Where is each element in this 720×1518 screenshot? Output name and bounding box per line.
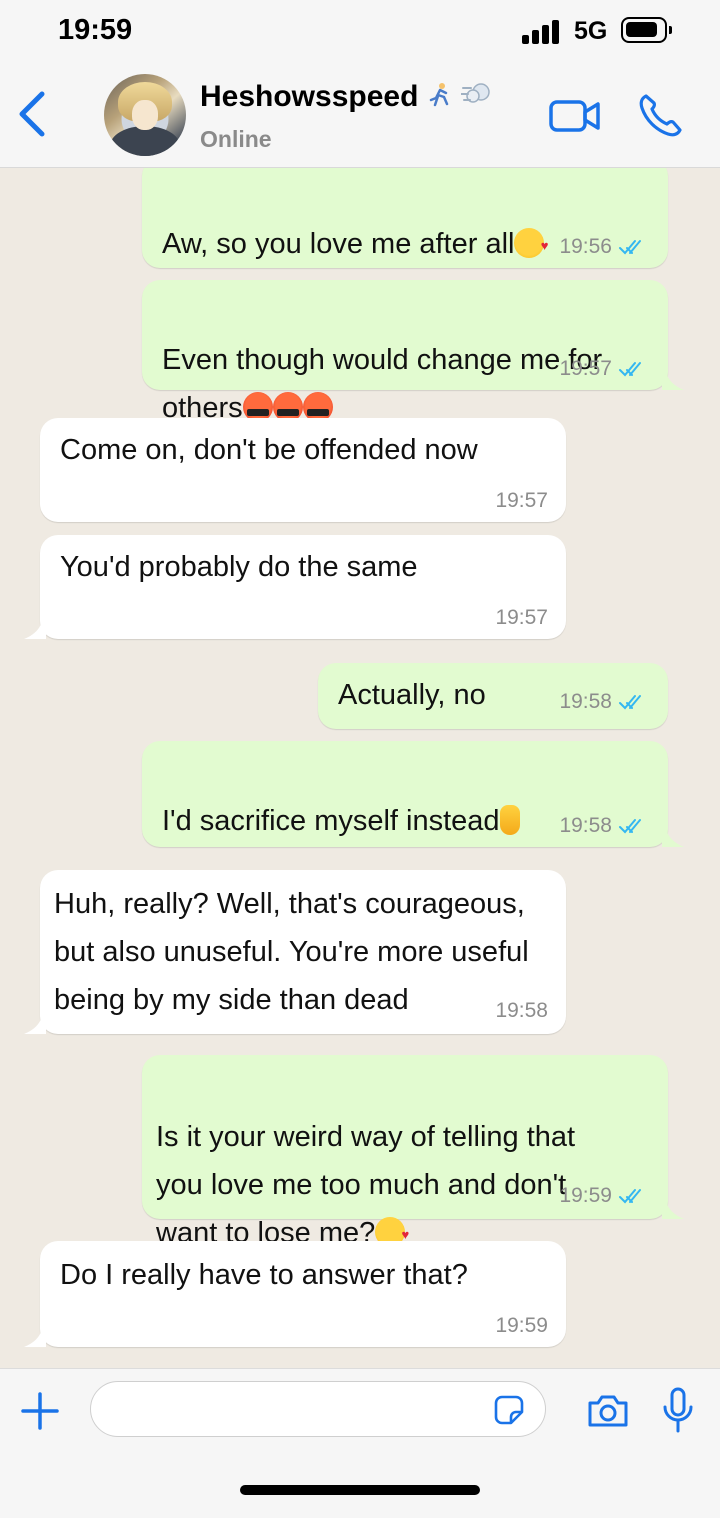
phone-icon [639, 94, 682, 137]
message-text: Aw, so you love me after all [162, 172, 548, 270]
smiling-face-with-hearts-emoji [514, 222, 548, 270]
double-check-icon [619, 362, 641, 377]
message-bubble-outgoing[interactable]: I'd sacrifice myself instead 19:58 [142, 741, 684, 847]
index-pointing-up-emoji [499, 805, 520, 835]
avatar[interactable] [104, 74, 186, 156]
bubble-tail [662, 372, 684, 390]
message-meta: 19:57 [495, 488, 548, 514]
back-button[interactable] [14, 88, 50, 140]
voice-call-button[interactable] [636, 92, 684, 140]
message-bubble-outgoing[interactable]: Actually, no 19:58 [318, 663, 668, 729]
double-check-icon [619, 240, 641, 255]
message-bubble-incoming[interactable]: Do I really have to answer that? 19:59 [24, 1241, 566, 1347]
message-bubble-outgoing[interactable]: Is it your weird way of telling that you… [142, 1055, 684, 1259]
video-call-button[interactable] [548, 96, 602, 136]
double-check-icon [619, 695, 641, 710]
message-time: 19:57 [559, 357, 612, 380]
chat-header: Heshowsspeed Online [0, 62, 720, 168]
network-label: 5G [574, 17, 608, 45]
status-bar: 19:59 5G [0, 0, 720, 62]
message-time: 19:58 [495, 999, 548, 1022]
camera-icon [588, 1395, 628, 1427]
attach-button[interactable] [20, 1391, 60, 1431]
message-text: Come on, don't be offended now [60, 434, 478, 466]
contact-name-text: Heshowsspeed [200, 80, 419, 113]
message-meta: 19:57 [559, 356, 650, 382]
message-time: 19:59 [559, 1184, 612, 1207]
status-time: 19:59 [58, 14, 133, 46]
runner-emoji-icon [429, 83, 449, 107]
message-bubble-incoming[interactable]: You'd probably do the same 19:57 [24, 535, 566, 639]
plus-icon [21, 1392, 59, 1430]
dash-emoji-icon [460, 83, 490, 103]
message-meta: 19:56 [559, 234, 650, 260]
message-time: 19:56 [559, 235, 612, 258]
message-time: 19:57 [495, 489, 548, 512]
message-meta: 19:58 [495, 998, 548, 1024]
bubble-tail [662, 829, 684, 847]
message-meta: 19:57 [495, 605, 548, 631]
input-bar [0, 1368, 720, 1518]
chat-area[interactable]: Aw, so you love me after all 19:56 Even … [0, 168, 720, 1368]
video-camera-icon [549, 100, 600, 132]
message-text: Do I really have to answer that? [60, 1259, 468, 1291]
message-bubble-incoming[interactable]: Huh, really? Well, that's courageous, bu… [24, 870, 566, 1034]
message-text: Huh, really? Well, that's courageous, bu… [54, 888, 529, 1016]
bubble-tail [24, 1329, 46, 1347]
bubble-tail [662, 1201, 684, 1219]
message-bubble-outgoing[interactable]: Aw, so you love me after all 19:56 [142, 168, 668, 270]
message-meta: 19:58 [559, 813, 650, 839]
battery-icon [621, 17, 672, 43]
double-check-icon [619, 819, 641, 834]
bubble-tail [24, 1016, 46, 1034]
home-indicator [240, 1485, 480, 1495]
message-meta: 19:59 [495, 1313, 548, 1339]
message-time: 19:58 [559, 690, 612, 713]
microphone-icon [663, 1387, 693, 1433]
signal-bars-icon [522, 20, 562, 44]
microphone-button[interactable] [662, 1387, 694, 1433]
message-bubble-incoming[interactable]: Come on, don't be offended now 19:57 [40, 418, 566, 522]
message-time: 19:58 [559, 814, 612, 837]
message-text: You'd probably do the same [60, 551, 418, 583]
message-time: 19:59 [495, 1314, 548, 1337]
bubble-tail [24, 621, 46, 639]
message-meta: 19:58 [559, 689, 650, 715]
message-bubble-outgoing[interactable]: Even though would change me for others 1… [142, 280, 684, 424]
message-text: Is it your weird way of telling that you… [156, 1065, 575, 1259]
sticker-button[interactable] [494, 1395, 524, 1425]
double-check-icon [619, 1189, 641, 1204]
message-time: 19:57 [495, 606, 548, 629]
sticker-icon [494, 1395, 524, 1425]
message-input[interactable] [90, 1381, 546, 1437]
contact-status: Online [200, 126, 272, 152]
message-text: Even though would change me for others [162, 344, 603, 424]
message-text: Actually, no [338, 679, 486, 711]
message-text: I'd sacrifice myself instead [162, 749, 520, 845]
chevron-left-icon [19, 91, 45, 137]
message-meta: 19:59 [559, 1183, 650, 1209]
contact-name[interactable]: Heshowsspeed [200, 80, 493, 114]
camera-button[interactable] [586, 1393, 630, 1429]
